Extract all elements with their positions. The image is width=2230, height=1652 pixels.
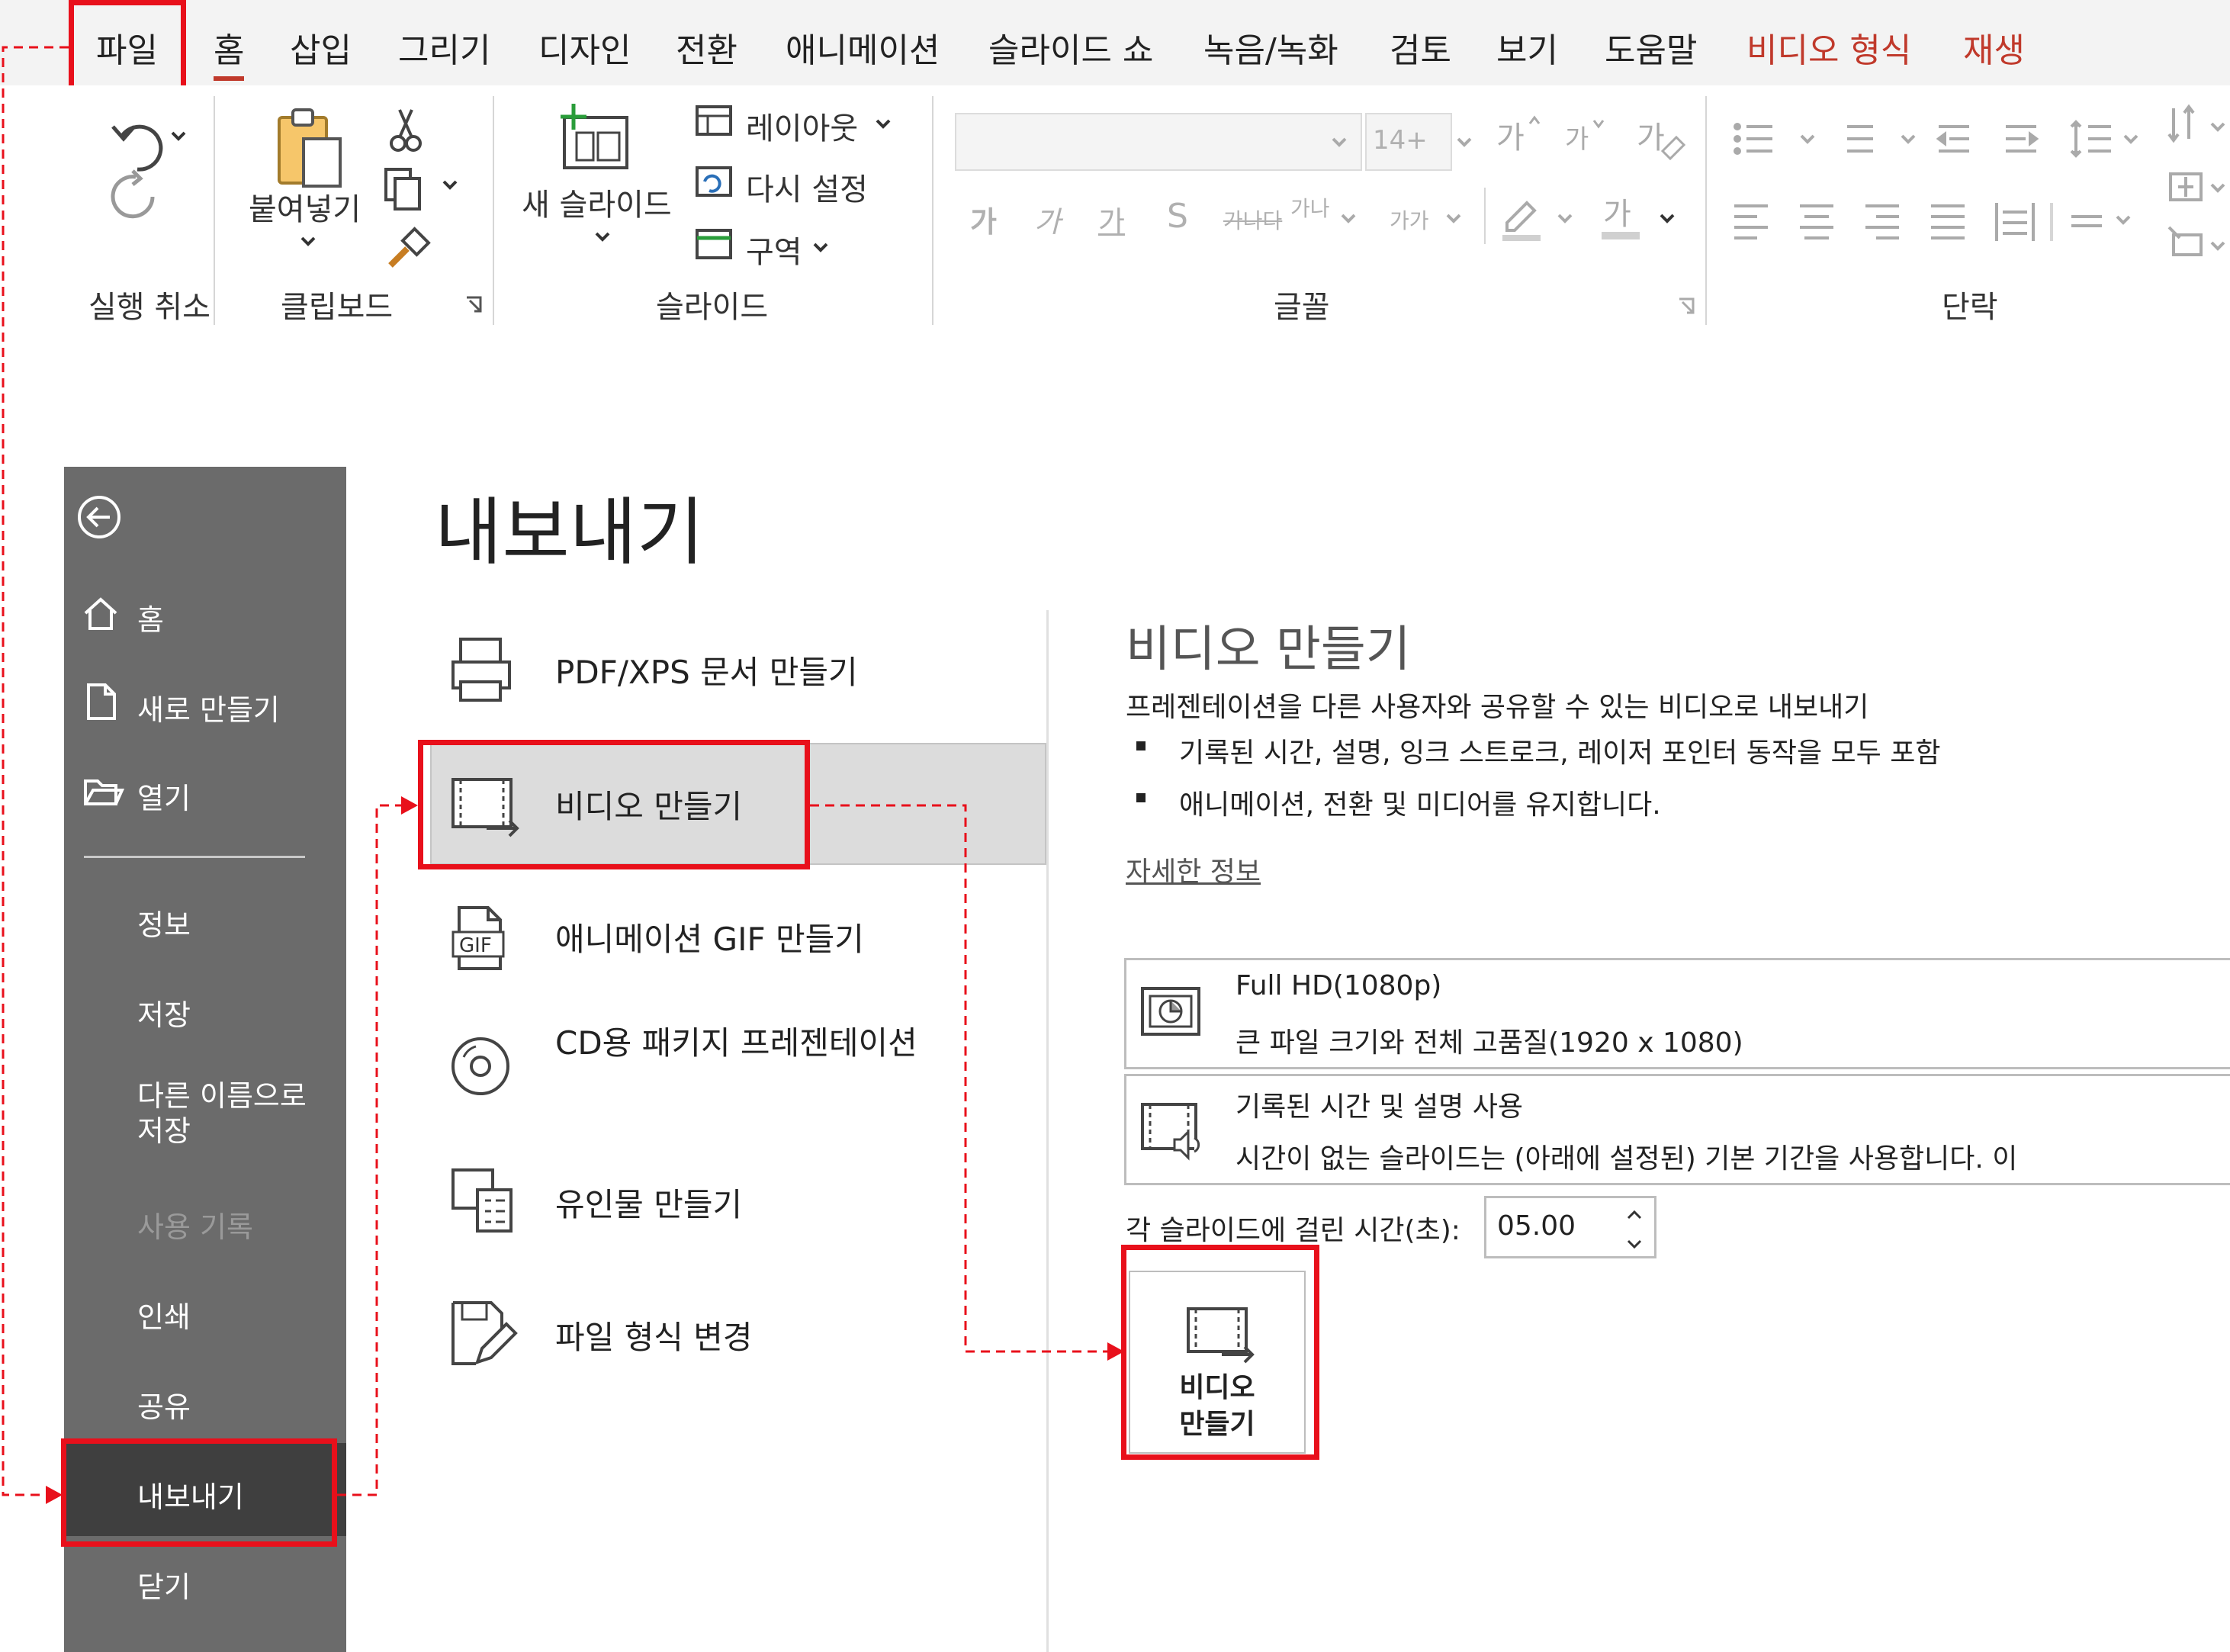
- flow-connectors: [2, 46, 1124, 1504]
